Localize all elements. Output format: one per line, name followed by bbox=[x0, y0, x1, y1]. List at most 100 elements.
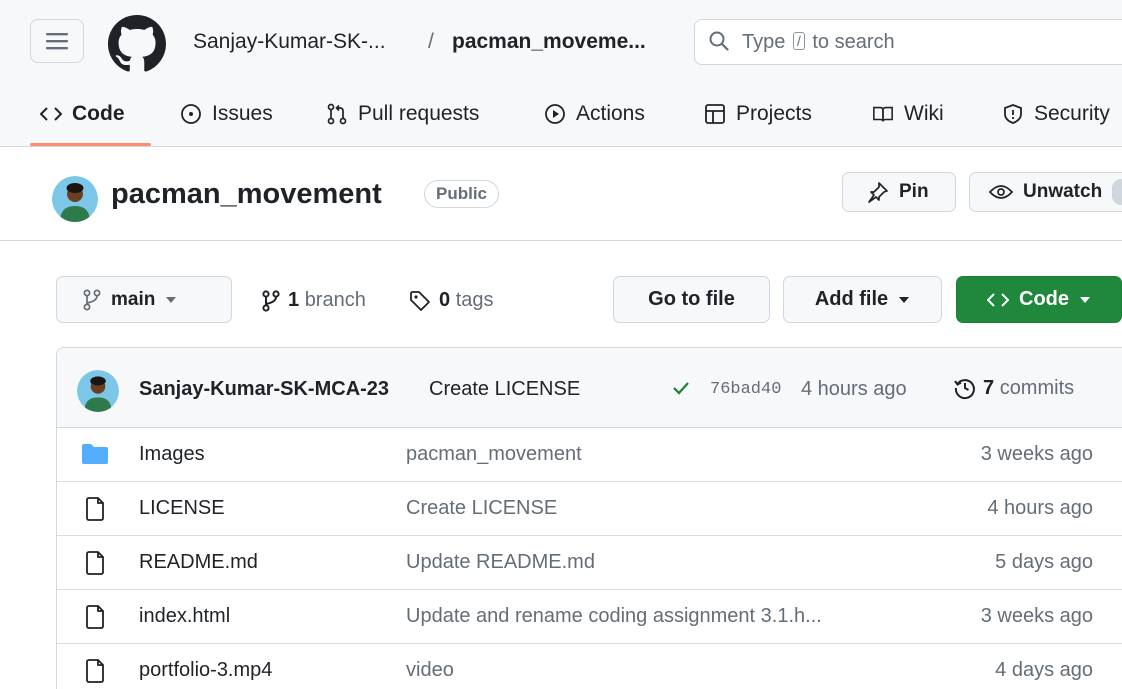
file-age: 4 hours ago bbox=[987, 497, 1093, 519]
file-icon bbox=[81, 551, 111, 575]
file-age: 3 weeks ago bbox=[980, 443, 1093, 465]
tag-count: 0 bbox=[439, 289, 451, 311]
file-commit-message-link[interactable]: video bbox=[406, 659, 454, 682]
file-name-link[interactable]: portfolio-3.mp4 bbox=[139, 659, 272, 682]
selected-tab-indicator bbox=[30, 143, 151, 146]
git-branch-icon bbox=[83, 289, 101, 311]
visibility-badge: Public bbox=[424, 180, 500, 208]
pull-request-icon bbox=[326, 103, 348, 125]
tab-wiki-label: Wiki bbox=[904, 102, 944, 125]
branch-selector-button[interactable]: main bbox=[56, 276, 232, 323]
tab-issues-label: Issues bbox=[212, 102, 273, 125]
repo-title[interactable]: pacman_movement bbox=[111, 178, 382, 211]
search-icon bbox=[709, 31, 729, 51]
watchers-count-pill bbox=[1112, 179, 1122, 205]
github-logo-icon[interactable] bbox=[108, 15, 166, 73]
commit-word: commits bbox=[999, 376, 1075, 399]
file-row-readme[interactable]: README.md Update README.md 5 days ago bbox=[57, 536, 1122, 590]
branch-count: 1 bbox=[288, 289, 300, 311]
caret-down-icon bbox=[898, 296, 910, 304]
tab-security-label: Security bbox=[1034, 102, 1110, 125]
code-icon bbox=[987, 292, 1009, 308]
tab-code-label: Code bbox=[72, 102, 125, 125]
file-age: 3 weeks ago bbox=[980, 605, 1093, 627]
check-icon[interactable] bbox=[671, 378, 691, 398]
git-branch-icon bbox=[262, 289, 280, 312]
code-dropdown-button[interactable]: Code bbox=[956, 276, 1122, 323]
file-row-index-html[interactable]: index.html Update and rename coding assi… bbox=[57, 590, 1122, 644]
owner-avatar[interactable] bbox=[52, 176, 98, 222]
code-button-label: Code bbox=[1019, 288, 1069, 310]
table-icon bbox=[704, 103, 726, 125]
file-name-link[interactable]: index.html bbox=[139, 605, 230, 628]
code-icon bbox=[40, 103, 62, 125]
go-to-file-button[interactable]: Go to file bbox=[613, 276, 770, 323]
file-row-images[interactable]: Images pacman_movement 3 weeks ago bbox=[57, 428, 1122, 482]
file-name-link[interactable]: LICENSE bbox=[139, 497, 225, 520]
commit-count: 7 bbox=[983, 376, 995, 399]
commit-author-link[interactable]: Sanjay-Kumar-SK-MCA-23 bbox=[139, 378, 389, 401]
file-commit-message-link[interactable]: Update and rename coding assignment 3.1.… bbox=[406, 605, 822, 628]
file-icon bbox=[81, 605, 111, 629]
latest-commit-bar: Sanjay-Kumar-SK-MCA-23 Create LICENSE 76… bbox=[57, 348, 1122, 428]
tab-security[interactable]: Security bbox=[1002, 100, 1110, 128]
breadcrumb-owner-link[interactable]: Sanjay-Kumar-SK-... bbox=[193, 30, 386, 54]
commit-sha-link[interactable]: 76bad40 bbox=[710, 380, 781, 399]
commits-history-link[interactable]: 7 commits bbox=[953, 376, 1074, 400]
file-icon bbox=[81, 659, 111, 683]
pin-button[interactable]: Pin bbox=[842, 172, 956, 212]
tab-issues[interactable]: Issues bbox=[180, 100, 273, 128]
search-shortcut-key: / bbox=[792, 32, 805, 50]
tab-pull-requests[interactable]: Pull requests bbox=[326, 100, 479, 128]
tab-actions[interactable]: Actions bbox=[544, 100, 645, 128]
tab-code[interactable]: Code bbox=[40, 100, 125, 128]
commit-author-avatar[interactable] bbox=[77, 370, 119, 412]
eye-icon bbox=[989, 183, 1013, 201]
file-age: 4 days ago bbox=[995, 659, 1093, 681]
tab-wiki[interactable]: Wiki bbox=[872, 100, 944, 128]
hamburger-icon bbox=[46, 33, 68, 50]
branch-name: main bbox=[111, 288, 156, 310]
file-name-link[interactable]: README.md bbox=[139, 551, 258, 574]
file-commit-message-link[interactable]: Update README.md bbox=[406, 551, 595, 574]
caret-down-icon bbox=[1079, 296, 1091, 304]
add-file-button[interactable]: Add file bbox=[783, 276, 942, 323]
caret-down-icon bbox=[165, 296, 177, 304]
search-placeholder: Type / to search bbox=[742, 31, 895, 53]
tab-projects[interactable]: Projects bbox=[704, 100, 812, 128]
tab-pull-requests-label: Pull requests bbox=[358, 102, 480, 125]
file-age: 5 days ago bbox=[995, 551, 1093, 573]
add-file-label: Add file bbox=[814, 288, 889, 310]
pin-icon bbox=[865, 181, 889, 203]
tag-icon bbox=[409, 290, 431, 312]
file-browser: Sanjay-Kumar-SK-MCA-23 Create LICENSE 76… bbox=[56, 347, 1122, 689]
unwatch-label: Unwatch bbox=[1023, 181, 1103, 202]
file-commit-message-link[interactable]: Create LICENSE bbox=[406, 497, 557, 520]
commit-message-link[interactable]: Create LICENSE bbox=[429, 378, 580, 401]
folder-icon bbox=[81, 443, 111, 467]
tags-link[interactable]: 0 tags bbox=[409, 289, 494, 312]
branch-word: branch bbox=[304, 289, 366, 311]
book-icon bbox=[872, 103, 894, 125]
commit-time: 4 hours ago bbox=[801, 378, 907, 400]
tab-projects-label: Projects bbox=[736, 102, 812, 125]
header-divider bbox=[0, 240, 1122, 241]
history-icon bbox=[953, 376, 977, 400]
unwatch-button[interactable]: Unwatch bbox=[969, 172, 1122, 212]
tab-actions-label: Actions bbox=[576, 102, 645, 125]
search-input[interactable]: Type / to search bbox=[694, 19, 1122, 65]
breadcrumb-separator: / bbox=[428, 30, 434, 53]
file-row-portfolio-mp4[interactable]: portfolio-3.mp4 video 4 days ago bbox=[57, 644, 1122, 689]
play-icon bbox=[544, 103, 566, 125]
file-icon bbox=[81, 497, 111, 521]
repo-header: Sanjay-Kumar-SK-... / pacman_moveme... T… bbox=[0, 0, 1122, 147]
go-to-file-label: Go to file bbox=[648, 288, 735, 310]
hamburger-menu-button[interactable] bbox=[30, 19, 84, 63]
file-name-link[interactable]: Images bbox=[139, 443, 205, 466]
file-row-license[interactable]: LICENSE Create LICENSE 4 hours ago bbox=[57, 482, 1122, 536]
pin-label: Pin bbox=[899, 181, 929, 202]
file-commit-message-link[interactable]: pacman_movement bbox=[406, 443, 582, 466]
branches-link[interactable]: 1 branch bbox=[262, 289, 366, 312]
issue-icon bbox=[180, 103, 202, 125]
breadcrumb-repo-link[interactable]: pacman_moveme... bbox=[452, 30, 646, 54]
